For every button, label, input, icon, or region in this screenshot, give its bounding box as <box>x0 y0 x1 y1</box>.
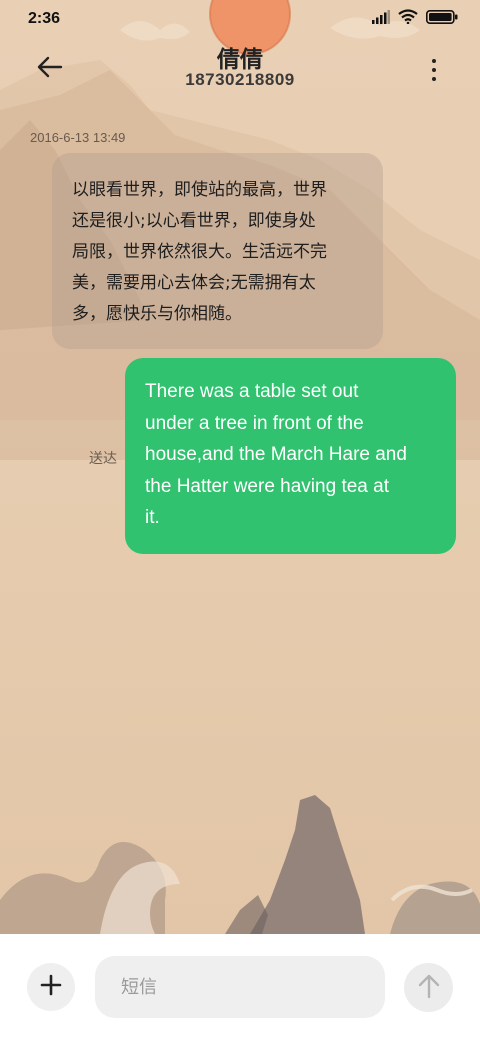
status-bar: 2:36 <box>0 0 480 38</box>
contact-number: 18730218809 <box>185 70 295 89</box>
send-button[interactable] <box>404 963 453 1012</box>
message-line: it. <box>145 507 160 528</box>
message-line: There was a table set out <box>145 381 359 402</box>
message-timestamp: 2016-6-13 13:49 <box>30 130 126 145</box>
compose-bar <box>0 934 480 1040</box>
message-line: 以眼看世界，即使站的最高，世界 <box>72 180 327 200</box>
message-line: the Hatter were having tea at <box>145 475 389 497</box>
plus-icon <box>40 974 62 1000</box>
sms-input[interactable] <box>95 956 385 1018</box>
message-line: 局限，世界依然很大。生活远不完 <box>72 242 327 262</box>
outgoing-message-bubble[interactable]: There was a table set out under a tree i… <box>125 358 456 554</box>
signal-icon <box>372 9 390 29</box>
send-arrow-icon <box>418 973 440 1003</box>
delivery-status: 送达 <box>89 451 117 467</box>
more-vertical-icon-dot <box>432 68 436 72</box>
status-time: 2:36 <box>28 10 61 27</box>
more-vertical-icon-dot <box>432 77 436 81</box>
message-line: 美，需要用心去体会;无需拥有太 <box>72 273 316 293</box>
battery-icon <box>426 9 458 29</box>
status-icons <box>372 9 458 29</box>
more-vertical-icon-dot <box>432 59 436 63</box>
incoming-message-bubble[interactable]: 以眼看世界，即使站的最高，世界 还是很小;以心看世界，即使身处 局限，世界依然很… <box>52 153 383 349</box>
message-line: 多，愿快乐与你相随。 <box>72 304 242 324</box>
more-options-button[interactable] <box>422 56 446 84</box>
contact-name: 倩倩 <box>217 47 263 73</box>
message-line: 还是很小;以心看世界，即使身处 <box>72 211 316 231</box>
wifi-icon <box>398 9 418 29</box>
conversation-header: 倩倩 18730218809 <box>0 38 480 100</box>
message-line: under a tree in front of the <box>145 412 364 434</box>
add-attachment-button[interactable] <box>27 963 75 1011</box>
message-line: house,and the March Hare and <box>145 444 407 465</box>
